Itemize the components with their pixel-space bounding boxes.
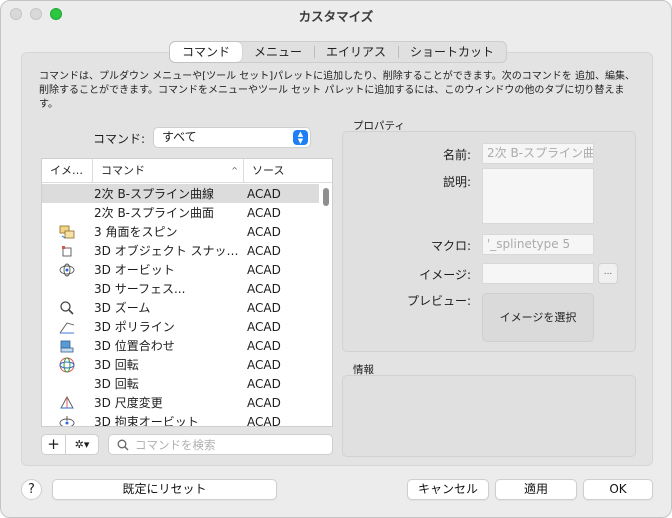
row-source: ACAD (247, 395, 281, 410)
row-command: 3D ポリライン (94, 320, 175, 334)
title-bar: カスタマイズ (1, 1, 671, 29)
row-command: 3D 位置合わせ (94, 339, 175, 353)
polyline-icon (42, 319, 92, 335)
tab-aliases[interactable]: エイリアス (314, 42, 398, 62)
command-list[interactable]: イメ… コマンド ^ ソース 2次 B-スプライン曲線 ACAD 2次 B-スプライ… (41, 158, 333, 427)
row-source: ACAD (247, 281, 281, 296)
table-row[interactable]: 3D オービット ACAD (42, 260, 319, 279)
row-command: 2次 B-スプライン曲面 (94, 206, 215, 220)
spin-icon (42, 224, 92, 240)
tab-menus[interactable]: メニュー (242, 42, 314, 62)
table-row[interactable]: 3D 位置合わせ ACAD (42, 336, 319, 355)
ok-button[interactable]: OK (583, 479, 653, 500)
column-header-command-label: コマンド (101, 164, 145, 177)
row-command: 3 角面をスピン (94, 225, 178, 239)
rotate-icon (42, 356, 92, 374)
image-label: イメージ: (419, 268, 471, 282)
row-command: 3D 尺度変更 (94, 396, 163, 410)
description-text: コマンドは、プルダウン メニューや[ツール セット]パレットに追加したり、削除す… (39, 71, 635, 110)
reset-defaults-button[interactable]: 既定にリセット (52, 479, 277, 500)
row-source: ACAD (247, 205, 281, 220)
orbit-icon (42, 262, 92, 278)
macro-field[interactable]: '_splinetype 5 (482, 234, 594, 255)
list-rows: 2次 B-スプライン曲線 ACAD 2次 B-スプライン曲面 ACAD 3 角面をスピン… (42, 184, 319, 427)
minimize-button[interactable] (30, 8, 42, 20)
customize-window: カスタマイズ コマンド メニュー エイリアス ショートカット コマンドは、プルダ… (0, 0, 672, 518)
row-command: 3D オービット (94, 263, 175, 277)
gear-menu-button[interactable]: ✲▾ (66, 435, 98, 454)
zoom-icon (42, 300, 92, 316)
help-button[interactable]: ? (21, 479, 42, 500)
row-command: 3D ズーム (94, 301, 151, 315)
row-source: ACAD (247, 338, 281, 353)
table-row[interactable]: 3D 回転 ACAD (42, 374, 319, 393)
column-header-source[interactable]: ソース (243, 159, 319, 182)
description-label: 説明: (442, 175, 471, 189)
table-row[interactable]: 3D サーフェス... ACAD (42, 279, 319, 298)
table-row[interactable]: 2次 B-スプライン曲面 ACAD (42, 203, 319, 222)
command-filter-label: コマンド: (93, 132, 146, 146)
table-row[interactable]: 3 角面をスピン ACAD (42, 222, 319, 241)
row-source: ACAD (247, 376, 281, 391)
name-field[interactable]: 2次 B-スプライン曲 (482, 143, 594, 164)
row-command: 3D 回転 (94, 358, 139, 372)
search-box[interactable] (108, 434, 333, 455)
window-title: カスタマイズ (298, 8, 374, 24)
image-field[interactable] (482, 263, 594, 284)
info-group (342, 375, 636, 457)
row-source: ACAD (247, 414, 281, 427)
row-command: 3D オブジェクト スナッ… (94, 244, 239, 258)
macro-label: マクロ: (430, 239, 471, 253)
row-source: ACAD (247, 357, 281, 372)
list-toolbar: + ✲▾ (41, 434, 99, 455)
search-input[interactable] (135, 436, 325, 453)
table-row[interactable]: 3D ポリライン ACAD (42, 317, 319, 336)
table-row[interactable]: 3D 尺度変更 ACAD (42, 393, 319, 412)
row-source: ACAD (247, 224, 281, 239)
add-command-button[interactable]: + (42, 435, 66, 454)
align-icon (42, 338, 92, 354)
search-icon (117, 439, 129, 451)
apply-button[interactable]: 適用 (495, 479, 577, 500)
command-filter-value: すべて (162, 130, 197, 144)
row-source: ACAD (247, 262, 281, 277)
row-source: ACAD (247, 186, 281, 201)
list-header: イメ… コマンド ^ ソース (42, 159, 332, 183)
browse-image-button[interactable]: ... (598, 263, 618, 284)
row-command: 3D サーフェス... (94, 282, 186, 296)
tab-shortcuts[interactable]: ショートカット (398, 42, 506, 62)
list-scrollbar[interactable] (323, 188, 329, 206)
zoom-button[interactable] (50, 8, 62, 20)
row-command: 3D 拘束オービット (94, 415, 199, 427)
sort-ascending-icon: ^ (231, 166, 238, 175)
row-source: ACAD (247, 319, 281, 334)
table-row[interactable]: 3D 回転 ACAD (42, 355, 319, 374)
cancel-button[interactable]: キャンセル (407, 479, 489, 500)
preview-label: プレビュー: (406, 294, 471, 308)
table-row[interactable]: 3D ズーム ACAD (42, 298, 319, 317)
table-row[interactable]: 3D オブジェクト スナッ… ACAD (42, 241, 319, 260)
tab-commands[interactable]: コマンド (170, 42, 243, 62)
tab-bar: コマンド メニュー エイリアス ショートカット (169, 41, 508, 63)
column-header-image[interactable]: イメ… (42, 159, 92, 182)
command-filter-select[interactable]: すべて ▲ ▼ (153, 127, 311, 148)
name-label: 名前: (442, 148, 471, 162)
column-header-command[interactable]: コマンド ^ (92, 159, 243, 182)
scale-icon (42, 395, 92, 411)
close-button[interactable] (10, 8, 22, 20)
row-source: ACAD (247, 243, 281, 258)
row-command: 2次 B-スプライン曲線 (94, 187, 215, 201)
select-image-button[interactable]: イメージを選択 (482, 293, 594, 342)
constrained-orbit-icon (42, 414, 92, 426)
row-source: ACAD (247, 300, 281, 315)
object-snap-icon (42, 243, 92, 259)
row-command: 3D 回転 (94, 377, 139, 391)
description-field[interactable] (482, 168, 594, 224)
table-row[interactable]: 2次 B-スプライン曲線 ACAD (42, 184, 319, 203)
chevron-updown-icon: ▲ ▼ (293, 130, 308, 145)
table-row[interactable]: 3D 拘束オービット ACAD (42, 412, 319, 427)
